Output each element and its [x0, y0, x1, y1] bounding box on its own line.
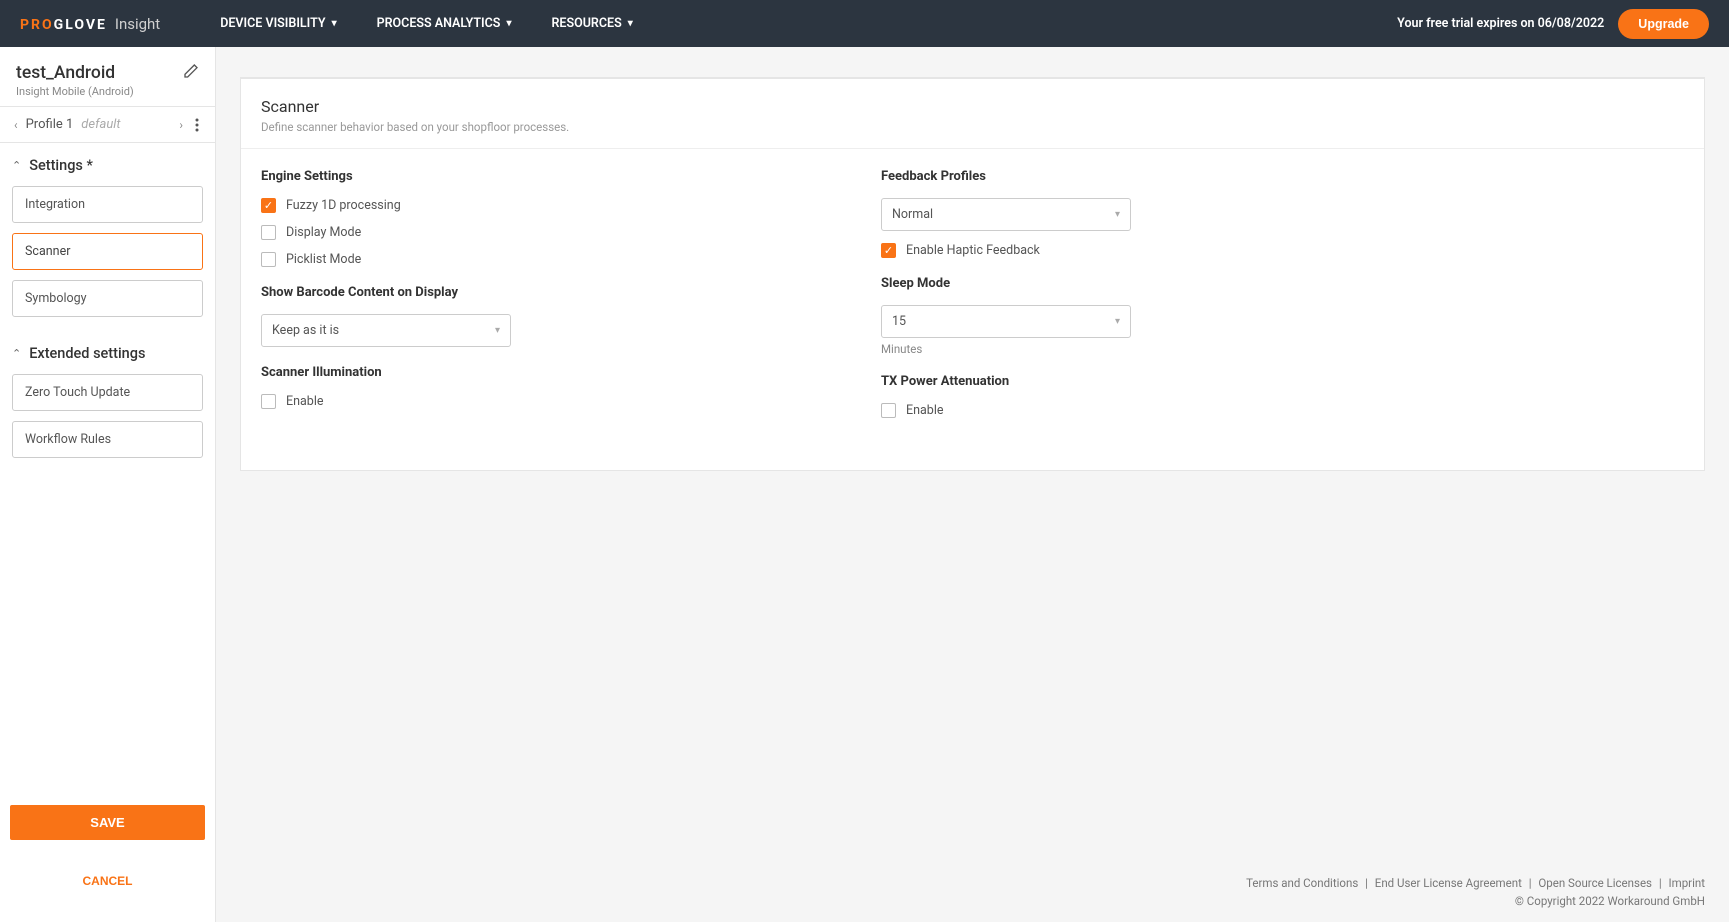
show-barcode-heading: Show Barcode Content on Display	[261, 285, 821, 300]
show-barcode-select[interactable]: Keep as it is ▾	[261, 314, 511, 347]
footer-separator: |	[1365, 876, 1368, 890]
logo-pro: PRO	[20, 17, 54, 33]
nav-process-analytics[interactable]: PROCESS ANALYTICS ▾	[377, 16, 512, 31]
sidebar-extended-section: ⌃ Extended settings Zero Touch Update Wo…	[0, 331, 215, 472]
logo[interactable]: PROGLOVE Insight	[20, 14, 160, 33]
config-title: test_Android	[16, 63, 134, 83]
chevron-down-icon: ▾	[1115, 209, 1120, 220]
sidebar: test_Android Insight Mobile (Android) ‹ …	[0, 47, 216, 922]
sleep-mode-hint: Minutes	[881, 342, 1441, 356]
checkbox-label: Enable Haptic Feedback	[906, 243, 1040, 258]
checkbox-label: Enable	[906, 403, 944, 418]
select-value: Keep as it is	[272, 323, 339, 338]
nav-label: DEVICE VISIBILITY	[220, 16, 325, 31]
settings-heading[interactable]: ⌃ Settings *	[12, 157, 203, 174]
footer-separator: |	[1529, 876, 1532, 890]
left-column: Engine Settings Fuzzy 1D processing Disp…	[261, 169, 821, 430]
display-mode-checkbox-row[interactable]: Display Mode	[261, 225, 821, 240]
scanner-panel: Scanner Define scanner behavior based on…	[240, 77, 1705, 471]
upgrade-button[interactable]: Upgrade	[1618, 9, 1709, 39]
chevron-down-icon: ▾	[506, 18, 511, 29]
panel-title: Scanner	[261, 97, 1684, 116]
sidebar-header: test_Android Insight Mobile (Android)	[0, 47, 215, 106]
checkbox-checked-icon[interactable]	[881, 243, 896, 258]
main: Scanner Define scanner behavior based on…	[216, 47, 1729, 922]
nav-label: RESOURCES	[551, 16, 621, 31]
sidebar-item-workflow[interactable]: Workflow Rules	[12, 421, 203, 458]
more-icon[interactable]	[193, 118, 201, 132]
feedback-profiles-heading: Feedback Profiles	[881, 169, 1441, 184]
chevron-down-icon: ▾	[628, 18, 633, 29]
checkbox-label: Fuzzy 1D processing	[286, 198, 401, 213]
trial-expiry-text: Your free trial expires on 06/08/2022	[1397, 16, 1604, 31]
sidebar-actions: SAVE CANCEL	[0, 755, 215, 922]
content: test_Android Insight Mobile (Android) ‹ …	[0, 47, 1729, 922]
checkbox-label: Display Mode	[286, 225, 361, 240]
fuzzy-1d-checkbox-row[interactable]: Fuzzy 1D processing	[261, 198, 821, 213]
checkbox-icon[interactable]	[261, 252, 276, 267]
top-bar: PROGLOVE Insight DEVICE VISIBILITY ▾ PRO…	[0, 0, 1729, 47]
footer-copyright: © Copyright 2022 Workaround GmbH	[216, 894, 1705, 908]
feedback-profile-select[interactable]: Normal ▾	[881, 198, 1131, 231]
sleep-mode-select[interactable]: 15 ▾	[881, 305, 1131, 338]
sidebar-item-zero-touch[interactable]: Zero Touch Update	[12, 374, 203, 411]
cancel-button[interactable]: CANCEL	[10, 860, 205, 902]
checkbox-icon[interactable]	[261, 394, 276, 409]
haptic-feedback-row[interactable]: Enable Haptic Feedback	[881, 243, 1441, 258]
footer-oss-link[interactable]: Open Source Licenses	[1538, 876, 1652, 890]
tx-power-heading: TX Power Attenuation	[881, 374, 1441, 389]
panel-header: Scanner Define scanner behavior based on…	[241, 79, 1704, 149]
illumination-enable-row[interactable]: Enable	[261, 394, 821, 409]
chevron-right-icon[interactable]: ›	[179, 118, 183, 132]
sidebar-item-integration[interactable]: Integration	[12, 186, 203, 223]
profile-selector[interactable]: ‹ Profile 1 default ›	[0, 106, 215, 143]
extended-heading[interactable]: ⌃ Extended settings	[12, 345, 203, 362]
checkbox-label: Picklist Mode	[286, 252, 361, 267]
engine-settings-heading: Engine Settings	[261, 169, 821, 184]
top-nav: DEVICE VISIBILITY ▾ PROCESS ANALYTICS ▾ …	[220, 16, 1397, 31]
right-column: Feedback Profiles Normal ▾ Enable Haptic…	[881, 169, 1441, 430]
checkbox-icon[interactable]	[881, 403, 896, 418]
profile-name: Profile 1	[26, 117, 74, 132]
checkbox-icon[interactable]	[261, 225, 276, 240]
panel-body: Engine Settings Fuzzy 1D processing Disp…	[241, 149, 1704, 470]
chevron-up-icon: ⌃	[12, 347, 21, 360]
sleep-mode-heading: Sleep Mode	[881, 276, 1441, 291]
nav-label: PROCESS ANALYTICS	[377, 16, 501, 31]
footer-separator: |	[1659, 876, 1662, 890]
edit-icon[interactable]	[183, 63, 199, 79]
footer-imprint-link[interactable]: Imprint	[1669, 876, 1705, 890]
select-value: 15	[892, 314, 906, 329]
chevron-down-icon: ▾	[1115, 316, 1120, 327]
chevron-down-icon: ▾	[332, 18, 337, 29]
sidebar-item-scanner[interactable]: Scanner	[12, 233, 203, 270]
profile-tag: default	[81, 117, 120, 132]
checkbox-label: Enable	[286, 394, 324, 409]
nav-device-visibility[interactable]: DEVICE VISIBILITY ▾	[220, 16, 336, 31]
tx-enable-row[interactable]: Enable	[881, 403, 1441, 418]
sidebar-item-symbology[interactable]: Symbology	[12, 280, 203, 317]
picklist-mode-checkbox-row[interactable]: Picklist Mode	[261, 252, 821, 267]
logo-product: Insight	[115, 15, 160, 33]
save-button[interactable]: SAVE	[10, 805, 205, 840]
nav-resources[interactable]: RESOURCES ▾	[551, 16, 632, 31]
footer-terms-link[interactable]: Terms and Conditions	[1246, 876, 1358, 890]
panel-description: Define scanner behavior based on your sh…	[261, 120, 1684, 134]
chevron-up-icon: ⌃	[12, 159, 21, 172]
chevron-down-icon: ▾	[495, 325, 500, 336]
chevron-left-icon[interactable]: ‹	[14, 118, 18, 132]
config-subtitle: Insight Mobile (Android)	[16, 85, 134, 98]
logo-glove: GLOVE	[54, 17, 107, 33]
footer: Terms and Conditions | End User License …	[216, 858, 1729, 922]
select-value: Normal	[892, 207, 933, 222]
extended-heading-label: Extended settings	[29, 345, 145, 362]
footer-eula-link[interactable]: End User License Agreement	[1375, 876, 1522, 890]
settings-heading-label: Settings *	[29, 157, 93, 174]
checkbox-checked-icon[interactable]	[261, 198, 276, 213]
illumination-heading: Scanner Illumination	[261, 365, 821, 380]
sidebar-settings-section: ⌃ Settings * Integration Scanner Symbolo…	[0, 143, 215, 331]
